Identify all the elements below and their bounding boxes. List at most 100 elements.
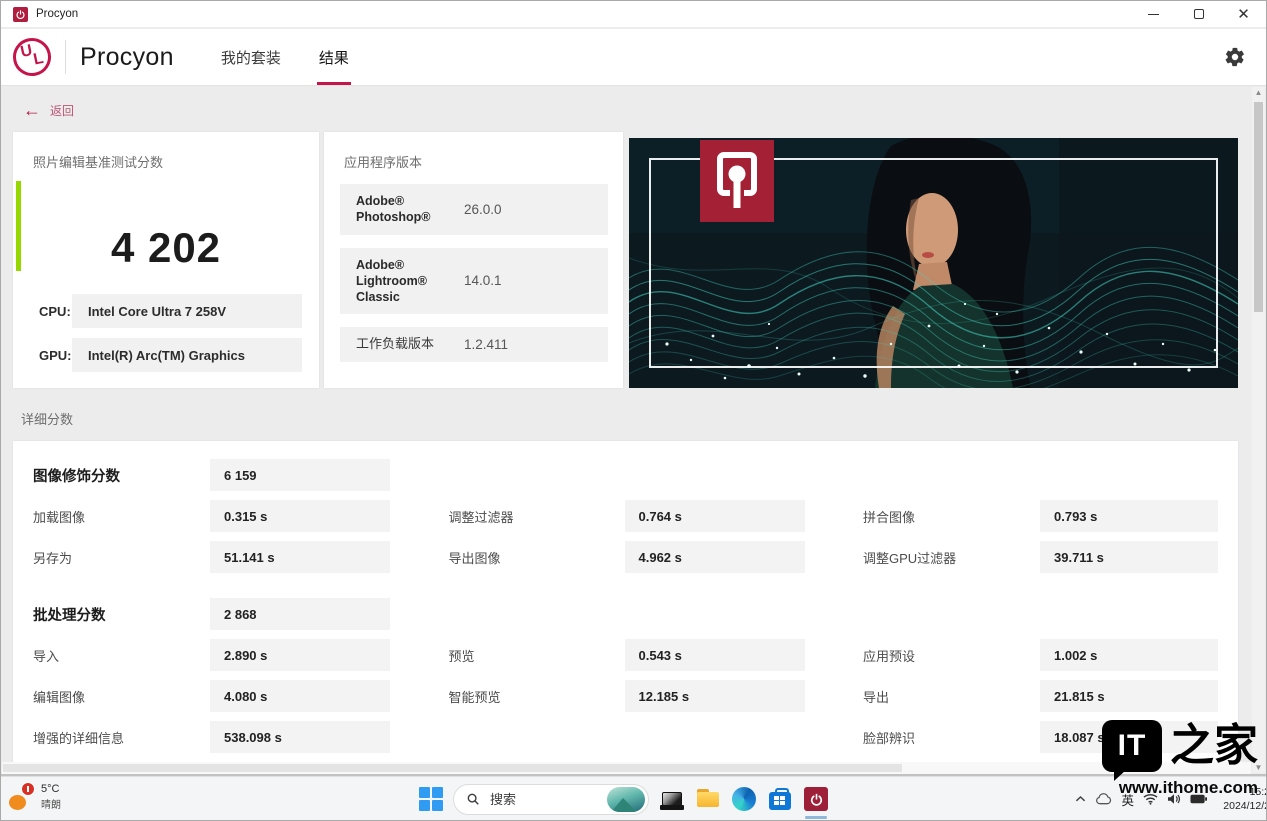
- metric-value: 4.080 s: [210, 680, 390, 712]
- hero-image: [629, 138, 1238, 388]
- detailed-scores-card: 图像修饰分数 6 159 加载图像 0.315 s 调整过滤器 0.764 s …: [13, 441, 1238, 769]
- detail-row: 增强的详细信息 538.098 s 脸部辨识 18.087 s: [33, 721, 1218, 753]
- back-button[interactable]: ← 返回: [23, 101, 74, 119]
- metric-value: 21.815 s: [1040, 680, 1218, 712]
- metric-value: 2.890 s: [210, 639, 390, 671]
- procyon-app-icon: [13, 7, 28, 22]
- minimize-button[interactable]: [1131, 1, 1176, 27]
- search-input[interactable]: [488, 791, 596, 808]
- gpu-value: Intel(R) Arc(TM) Graphics: [72, 338, 302, 372]
- windows-taskbar: 5°C 晴朗 英: [1, 776, 1266, 820]
- metric-label: 导出图像: [449, 548, 625, 567]
- brand-title: Procyon: [80, 43, 174, 72]
- tab-my-suites[interactable]: 我的套装: [219, 29, 283, 85]
- metric-value: 538.098 s: [210, 721, 390, 753]
- scrollbar-thumb[interactable]: [3, 764, 902, 772]
- app-version: 1.2.411: [464, 337, 508, 352]
- detail-row: 另存为 51.141 s 导出图像 4.962 s 调整GPU过滤器 39.71…: [33, 541, 1218, 573]
- benchmark-score: 4 202: [13, 224, 319, 272]
- ithome-logo: IT: [1102, 720, 1162, 772]
- metric-value: 0.764 s: [625, 500, 805, 532]
- app-versions-card: 应用程序版本 Adobe® Photoshop® 26.0.0 Adobe® L…: [324, 132, 623, 388]
- dark-app-icon[interactable]: [659, 786, 685, 812]
- detail-row: 编辑图像 4.080 s 智能预览 12.185 s 导出 21.815 s: [33, 680, 1218, 712]
- group-name: 图像修饰分数: [33, 465, 210, 486]
- tab-results[interactable]: 结果: [317, 29, 351, 85]
- metric-label: 脸部辨识: [863, 728, 1040, 747]
- app-name: Adobe® Lightroom® Classic: [356, 257, 464, 306]
- bing-daily-image[interactable]: [607, 787, 645, 812]
- cpu-label: CPU:: [13, 304, 72, 319]
- metric-label: 调整GPU过滤器: [863, 548, 1040, 567]
- group-name: 批处理分数: [33, 604, 210, 625]
- edge-icon[interactable]: [731, 786, 757, 812]
- procyon-taskbar-icon[interactable]: [803, 786, 829, 812]
- window-title: Procyon: [36, 8, 78, 20]
- ul-logo: UL: [9, 34, 54, 79]
- file-explorer-icon[interactable]: [695, 786, 721, 812]
- metric-label: 另存为: [33, 548, 210, 567]
- metric-label: 调整过滤器: [449, 507, 625, 526]
- metric-label: 加载图像: [33, 507, 210, 526]
- metric-label: 智能预览: [449, 687, 625, 706]
- detail-row: 加载图像 0.315 s 调整过滤器 0.764 s 拼合图像 0.793 s: [33, 500, 1218, 532]
- metric-label: 导入: [33, 646, 210, 665]
- app-version: 14.0.1: [464, 273, 502, 288]
- gear-icon[interactable]: [1224, 46, 1246, 68]
- metric-label: 拼合图像: [863, 507, 1040, 526]
- close-button[interactable]: ✕: [1221, 1, 1266, 27]
- ithome-url: www.ithome.com: [1119, 778, 1258, 798]
- app-name: 工作负载版本: [356, 336, 464, 353]
- weather-condition: 晴朗: [41, 796, 61, 811]
- metric-value: 1.002 s: [1040, 639, 1218, 671]
- metric-value: 4.962 s: [625, 541, 805, 573]
- group-header-row: 批处理分数 2 868: [33, 598, 1218, 630]
- metric-label: 应用预设: [863, 646, 1040, 665]
- weather-temperature: 5°C: [41, 783, 61, 795]
- metric-value: 0.315 s: [210, 500, 390, 532]
- metric-label: 编辑图像: [33, 687, 210, 706]
- weather-widget[interactable]: 5°C 晴朗: [9, 782, 61, 812]
- group-header-row: 图像修饰分数 6 159: [33, 459, 1218, 491]
- ithome-logo-cjk: 之家: [1170, 724, 1258, 768]
- scrollbar-thumb[interactable]: [1254, 102, 1263, 312]
- back-label: 返回: [50, 102, 74, 119]
- version-row: 工作负载版本 1.2.411: [340, 327, 608, 362]
- ithome-watermark: IT 之家 www.ithome.com: [1102, 720, 1258, 798]
- metric-value: 51.141 s: [210, 541, 390, 573]
- taskbar-search[interactable]: [453, 784, 649, 815]
- divider: [65, 40, 66, 74]
- metric-value: 39.711 s: [1040, 541, 1218, 573]
- score-card-title: 照片编辑基准测试分数: [33, 152, 319, 171]
- procyon-app-window: Procyon ✕ UL Procyon 我的套装 结果 ← 返回 照片编辑基准…: [0, 0, 1267, 821]
- start-button[interactable]: [419, 787, 443, 811]
- versions-card-title: 应用程序版本: [344, 152, 623, 171]
- app-header: UL Procyon 我的套装 结果: [1, 29, 1266, 86]
- cpu-value: Intel Core Ultra 7 258V: [72, 294, 302, 328]
- arrow-left-icon: ←: [23, 101, 41, 119]
- group-score: 2 868: [210, 598, 390, 630]
- gpu-label: GPU:: [13, 348, 72, 363]
- weather-icon: [9, 782, 35, 812]
- chevron-up-icon[interactable]: [1075, 795, 1086, 803]
- horizontal-scrollbar[interactable]: [2, 762, 1251, 774]
- benchmark-score-card: 照片编辑基准测试分数 4 202 CPU: Intel Core Ultra 7…: [13, 132, 319, 388]
- detail-row: 导入 2.890 s 预览 0.543 s 应用预设 1.002 s: [33, 639, 1218, 671]
- maximize-button[interactable]: [1176, 1, 1221, 27]
- version-row: Adobe® Photoshop® 26.0.0: [340, 184, 608, 235]
- metric-label: 导出: [863, 687, 1040, 706]
- metric-value: 12.185 s: [625, 680, 805, 712]
- version-row: Adobe® Lightroom® Classic 14.0.1: [340, 248, 608, 315]
- nav-tabs: 我的套装 结果: [202, 29, 368, 85]
- metric-label: 预览: [449, 646, 625, 665]
- microsoft-store-icon[interactable]: [767, 786, 793, 812]
- title-bar: Procyon ✕: [1, 1, 1266, 28]
- details-section-title: 详细分数: [21, 409, 73, 428]
- metric-value: 0.543 s: [625, 639, 805, 671]
- group-score: 6 159: [210, 459, 390, 491]
- vertical-scrollbar[interactable]: ▲ ▼: [1252, 87, 1265, 773]
- app-name: Adobe® Photoshop®: [356, 193, 464, 226]
- tray-date: 2024/12/2: [1216, 799, 1267, 813]
- procyon-hero-logo: [700, 140, 774, 222]
- scroll-up-icon[interactable]: ▲: [1252, 88, 1265, 97]
